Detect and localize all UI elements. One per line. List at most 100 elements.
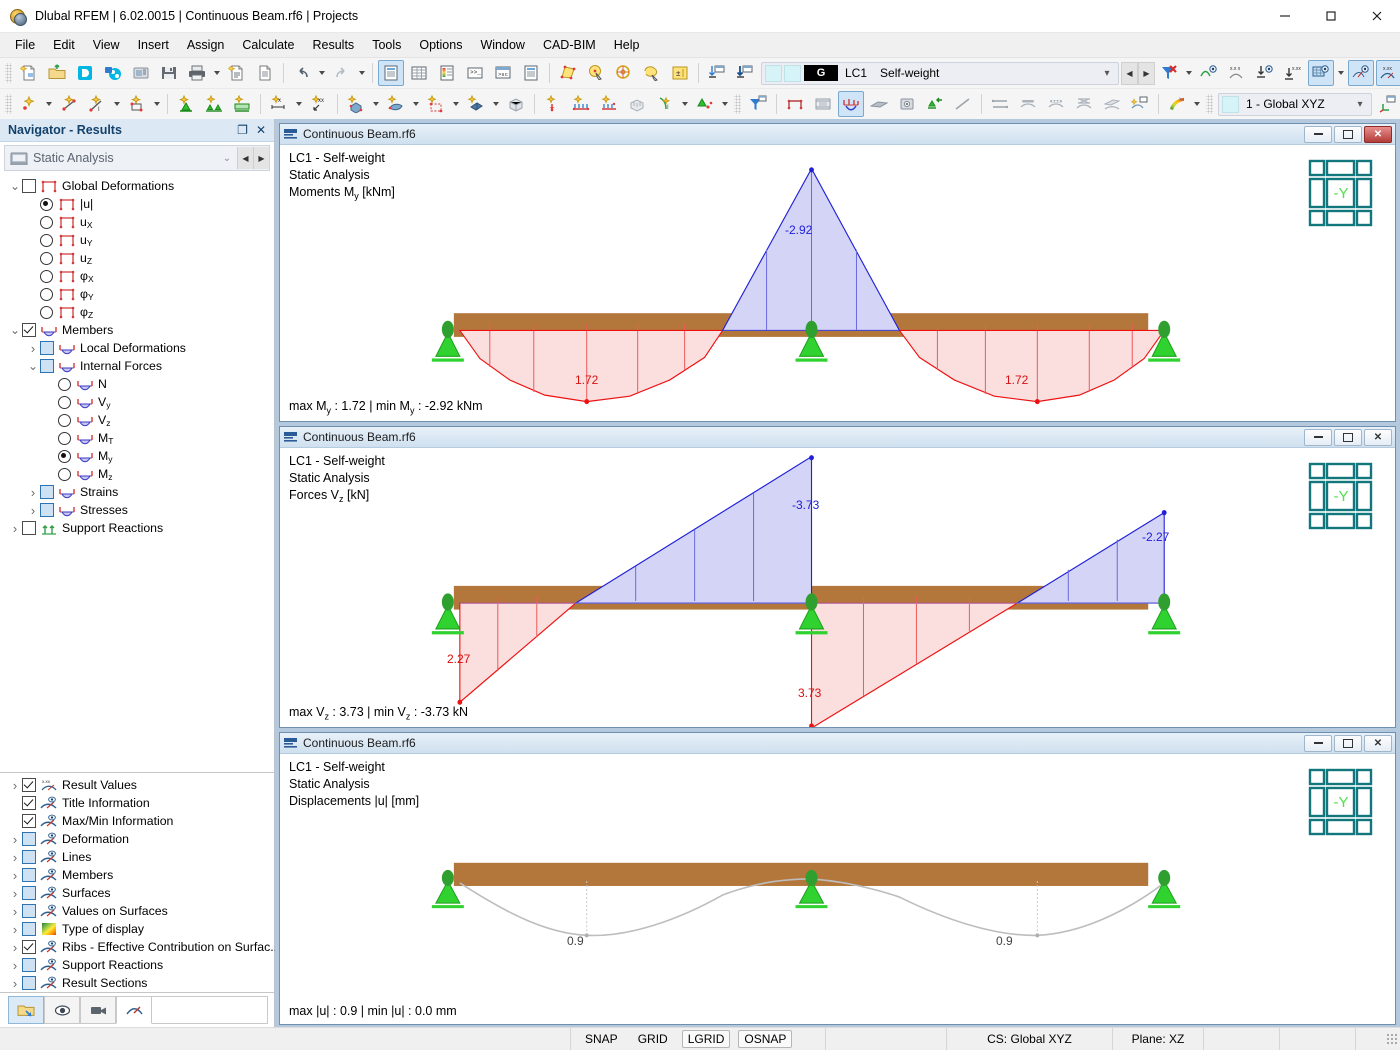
tree-item-u[interactable]: |u|: [0, 195, 274, 213]
tree-item-deformation[interactable]: ›Deformation: [0, 830, 274, 848]
redo-dropdown-caret[interactable]: [356, 61, 368, 85]
nodal-support-button[interactable]: [173, 91, 199, 117]
checkbox-stresses[interactable]: [40, 503, 54, 517]
load-case-combo[interactable]: G LC1 Self-weight ▾: [761, 62, 1119, 85]
chevron-down-icon[interactable]: ▾: [1349, 99, 1371, 110]
checkbox-internal-forces[interactable]: [40, 359, 54, 373]
snap-toggle[interactable]: SNAP: [579, 1030, 624, 1048]
expander-icon[interactable]: ›: [8, 776, 22, 794]
toolbar-grip[interactable]: [734, 94, 741, 114]
support-insert-button[interactable]: [692, 91, 718, 117]
select-lasso-button[interactable]: [639, 60, 665, 86]
diagram-canvas-shear[interactable]: LC1 - Self-weight Static Analysis Forces…: [280, 448, 1395, 727]
save-button[interactable]: [156, 60, 182, 86]
printout-report-button[interactable]: [224, 60, 250, 86]
menu-edit[interactable]: Edit: [44, 35, 84, 56]
checkbox-strains[interactable]: [40, 485, 54, 499]
navigator-prev-button[interactable]: ◀: [237, 147, 253, 169]
checkbox-result-sections[interactable]: [22, 976, 36, 990]
load-case-select-button[interactable]: [704, 60, 730, 86]
display-style-3-button[interactable]: [1043, 91, 1069, 117]
radio-u[interactable]: [40, 216, 53, 229]
expander-icon[interactable]: ›: [8, 920, 22, 938]
show-deformed-structure-button[interactable]: [782, 91, 808, 117]
osnap-toggle[interactable]: OSNAP: [738, 1030, 792, 1048]
tree-item-n[interactable]: N: [0, 375, 274, 393]
show-deformation-button[interactable]: [1196, 60, 1222, 86]
expander-icon[interactable]: ›: [8, 848, 22, 866]
menu-options[interactable]: Options: [410, 35, 471, 56]
nodal-load-button[interactable]: [540, 91, 566, 117]
load-combination-select-button[interactable]: [732, 60, 758, 86]
tree-item-result-sections[interactable]: ›Result Sections: [0, 974, 274, 992]
member-dropdown-caret[interactable]: [111, 92, 123, 116]
expander-icon[interactable]: ›: [8, 902, 22, 920]
expander-icon[interactable]: ⌄: [8, 321, 22, 339]
result-window-moments[interactable]: Continuous Beam.rf6 ✕ LC1 - Self-weight …: [279, 123, 1396, 422]
result-window-displacements[interactable]: Continuous Beam.rf6 ✕ LC1 - Self-weight …: [279, 732, 1396, 1025]
panel-maximize-button[interactable]: [1334, 429, 1362, 446]
tab-views-navigator[interactable]: [44, 996, 80, 1024]
resize-grip[interactable]: [1386, 1033, 1398, 1045]
display-options-tree[interactable]: ›x.xxResult ValuesTitle InformationMax/M…: [0, 772, 274, 992]
panel-minimize-button[interactable]: [1304, 429, 1332, 446]
show-member-result-diagram-button[interactable]: [838, 91, 864, 117]
expander-icon[interactable]: ›: [8, 866, 22, 884]
grid-toggle[interactable]: GRID: [632, 1030, 674, 1048]
tree-item-members[interactable]: ⌄Members: [0, 321, 274, 339]
tree-item-internal-forces[interactable]: ⌄Internal Forces: [0, 357, 274, 375]
render-shaded-button[interactable]: [866, 91, 892, 117]
menu-tools[interactable]: Tools: [363, 35, 410, 56]
new-model-button[interactable]: [16, 60, 42, 86]
menu-results[interactable]: Results: [304, 35, 364, 56]
status-coordinate-system[interactable]: CS: Global XYZ: [947, 1028, 1113, 1050]
radio-u[interactable]: [40, 234, 53, 247]
expander-icon[interactable]: ›: [26, 501, 40, 519]
display-options-button[interactable]: [1127, 91, 1153, 117]
tree-item-max-min-information[interactable]: Max/Min Information: [0, 812, 274, 830]
opening-dropdown-caret[interactable]: [450, 92, 462, 116]
new-member-button[interactable]: I: [84, 91, 110, 117]
results-tree[interactable]: ⌄Global Deformations|u|uXuYuZφXφYφZ⌄Memb…: [0, 173, 274, 772]
toolbar-grip[interactable]: [1206, 94, 1213, 114]
animation-button[interactable]: [810, 91, 836, 117]
result-values-button[interactable]: x.x x: [1224, 60, 1250, 86]
checkbox-support-reactions[interactable]: [22, 958, 36, 972]
select-objects-button[interactable]: [583, 60, 609, 86]
solid-dropdown-caret[interactable]: [370, 92, 382, 116]
panel-maximize-button[interactable]: [1334, 735, 1362, 752]
script-button[interactable]: >sc: [490, 60, 516, 86]
tree-item-[interactable]: φX: [0, 267, 274, 285]
navigator-next-button[interactable]: ▶: [253, 147, 269, 169]
expander-icon[interactable]: ›: [8, 956, 22, 974]
tab-project-navigator[interactable]: [8, 996, 44, 1024]
show-member-diagram-button[interactable]: [1348, 60, 1374, 86]
contact-solid-dropdown-caret[interactable]: [410, 92, 422, 116]
member-result-values-button[interactable]: x.xx: [1376, 60, 1400, 86]
redo-button[interactable]: [329, 60, 355, 86]
diagram-canvas-displacements[interactable]: LC1 - Self-weight Static Analysis Displa…: [280, 754, 1395, 1024]
show-surfaces-results-button[interactable]: [1308, 60, 1334, 86]
checkbox-members[interactable]: [22, 868, 36, 882]
toolbar-grip[interactable]: [5, 94, 12, 114]
panel-close-button[interactable]: ✕: [1364, 126, 1392, 143]
print-dropdown-caret[interactable]: [211, 61, 223, 85]
menu-calculate[interactable]: Calculate: [233, 35, 303, 56]
analysis-type-selector[interactable]: Static Analysis ⌄ ◀ ▶: [4, 145, 270, 171]
checkbox-max-min-information[interactable]: [22, 814, 36, 828]
navigator-restore-icon[interactable]: ❐: [237, 124, 248, 136]
tree-item-m[interactable]: MT: [0, 429, 274, 447]
expander-icon[interactable]: ›: [8, 519, 22, 537]
minimize-button[interactable]: [1262, 0, 1308, 32]
surface-results-dropdown-caret[interactable]: [1335, 61, 1347, 85]
undo-dropdown-caret[interactable]: [316, 61, 328, 85]
tree-item-lines[interactable]: ›Lines: [0, 848, 274, 866]
lgrid-toggle[interactable]: LGRID: [682, 1030, 731, 1048]
member-load-button[interactable]: [596, 91, 622, 117]
display-style-1-button[interactable]: [987, 91, 1013, 117]
surface-dropdown-caret[interactable]: [151, 92, 163, 116]
menu-view[interactable]: View: [84, 35, 129, 56]
result-window-shear[interactable]: Continuous Beam.rf6 ✕ LC1 - Self-weight …: [279, 426, 1396, 728]
maximize-button[interactable]: [1308, 0, 1354, 32]
panel-title-bar[interactable]: Continuous Beam.rf6 ✕: [280, 427, 1395, 448]
